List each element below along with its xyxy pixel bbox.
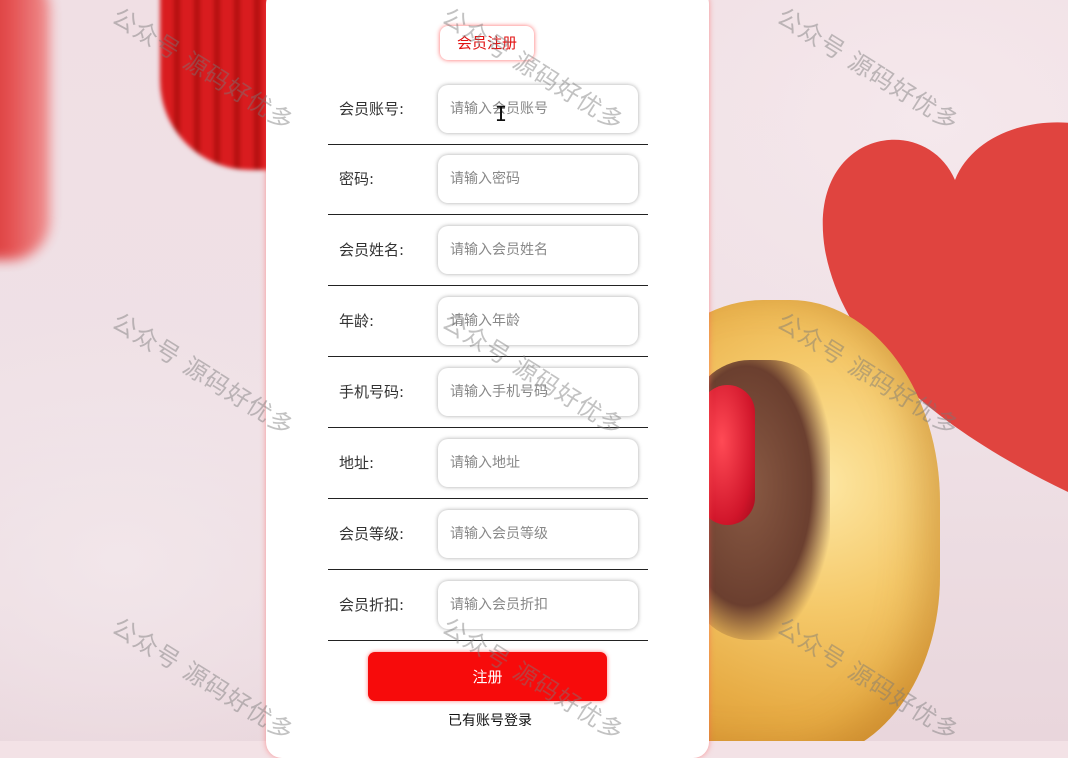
field-label-level: 会员等级: xyxy=(339,525,405,543)
field-row-level: 会员等级: xyxy=(328,499,648,570)
field-row-name: 会员姓名: xyxy=(328,215,648,286)
form-title: 会员注册 xyxy=(440,26,534,60)
age-input[interactable] xyxy=(438,297,638,345)
field-label-password: 密码: xyxy=(339,170,375,188)
discount-input[interactable] xyxy=(438,581,638,629)
field-label-name: 会员姓名: xyxy=(339,241,405,259)
field-label-discount: 会员折扣: xyxy=(339,596,405,614)
field-row-age: 年龄: xyxy=(328,286,648,357)
field-row-account: 会员账号: xyxy=(328,74,648,145)
cupcake-wrapper-left xyxy=(0,0,50,260)
name-input[interactable] xyxy=(438,226,638,274)
field-label-account: 会员账号: xyxy=(339,100,405,118)
field-row-password: 密码: xyxy=(328,144,648,215)
account-input[interactable] xyxy=(438,85,638,133)
level-input[interactable] xyxy=(438,510,638,558)
register-button[interactable]: 注册 xyxy=(368,652,607,701)
login-link[interactable]: 已有账号登录 xyxy=(448,710,532,730)
field-label-age: 年龄: xyxy=(339,312,375,330)
field-label-address: 地址: xyxy=(339,454,375,472)
address-input[interactable] xyxy=(438,439,638,487)
phone-input[interactable] xyxy=(438,368,638,416)
field-row-address: 地址: xyxy=(328,428,648,499)
field-row-discount: 会员折扣: xyxy=(328,570,648,641)
field-label-phone: 手机号码: xyxy=(339,383,405,401)
password-input[interactable] xyxy=(438,155,638,203)
field-row-phone: 手机号码: xyxy=(328,357,648,428)
